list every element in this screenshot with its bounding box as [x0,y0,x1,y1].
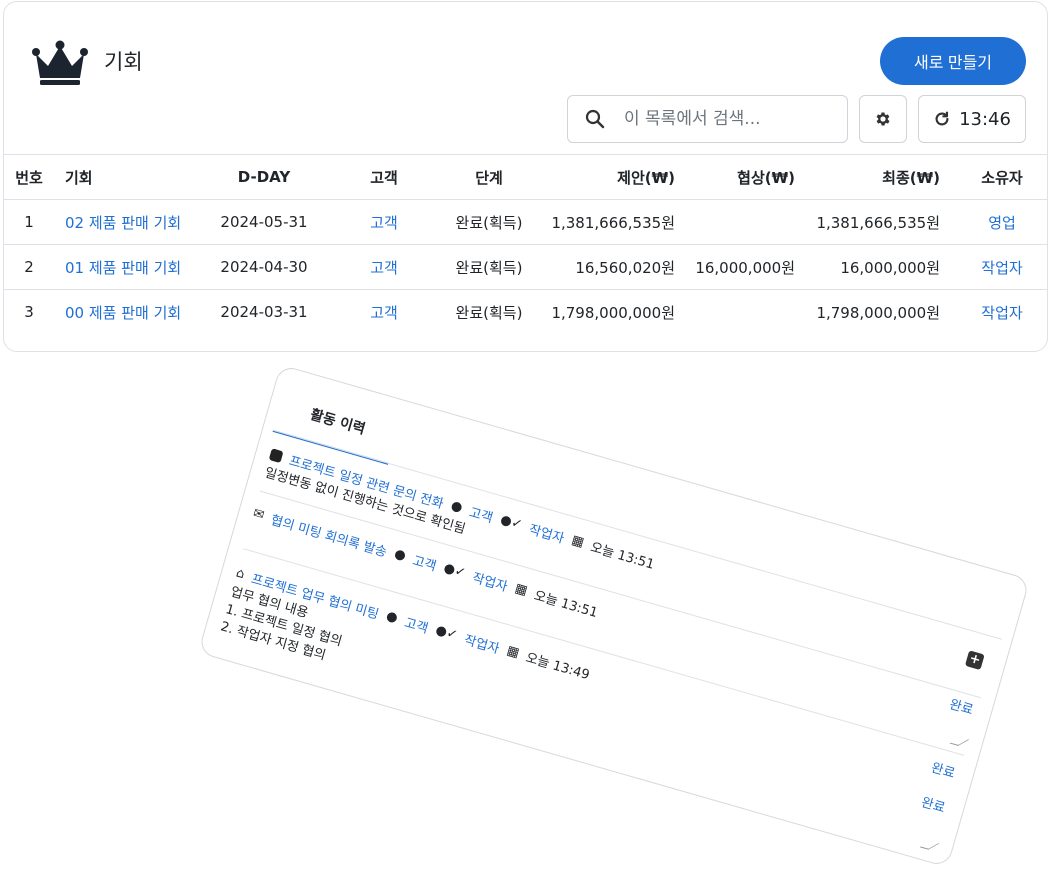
col-header-negotiation: 협상(₩) [737,168,795,187]
proposal-amount: 16,560,020원 [575,258,675,277]
refresh-icon [935,111,949,126]
opportunity-list-card: 기회 새로 만들기 13:46 번호 기회 D-DAY 고객 단계 제안(₩) … [3,1,1048,352]
col-header-opportunity: 기회 [65,168,93,187]
opportunity-link[interactable]: 01 제품 판매 기회 [65,245,205,289]
table-row[interactable]: 3 00 제품 판매 기회 2024-03-31 고객 완료(획득) 1,798… [4,290,1047,334]
search-icon [568,109,622,129]
col-header-proposal: 제안(₩) [617,168,675,187]
col-header-no: 번호 [15,168,43,187]
page-title: 기회 [104,50,143,74]
stage-value: 완료(획득) [455,303,523,322]
col-header-customer: 고객 [370,168,398,187]
col-header-final: 최종(₩) [882,168,940,187]
proposal-amount: 1,381,666,535원 [551,213,675,232]
col-header-owner: 소유자 [981,168,1023,187]
stage-value: 완료(획득) [455,258,523,277]
user-check-icon: ●✓ [441,560,468,582]
activity-owner-link[interactable]: 작업자 [470,567,510,595]
mail-icon: ✉ [251,505,266,524]
opportunity-link[interactable]: 00 제품 판매 기회 [65,290,205,334]
row-number: 1 [24,213,34,231]
settings-button[interactable] [859,95,907,143]
proposal-amount: 1,798,000,000원 [551,303,675,322]
activity-customer-link[interactable]: 고객 [411,550,439,575]
col-header-stage: 단계 [475,168,503,187]
search-input[interactable] [622,108,836,130]
dday-value: 2024-03-31 [220,303,308,321]
crown-icon [32,40,88,85]
user-check-icon: ●✓ [498,512,524,533]
user-check-icon: ●✓ [433,622,460,644]
table-row[interactable]: 1 02 제품 판매 기회 2024-05-31 고객 완료(획득) 1,381… [4,200,1047,245]
refresh-time: 13:46 [959,108,1011,130]
col-header-dday: D-DAY [237,168,291,186]
owner-link[interactable]: 작업자 [972,290,1032,334]
opportunity-table: 번호 기회 D-DAY 고객 단계 제안(₩) 협상(₩) 최종(₩) 소유자 … [4,154,1047,334]
dday-value: 2024-04-30 [220,258,308,276]
person-icon: ● [449,498,465,516]
calendar-icon: ▦ [513,580,530,599]
meeting-icon: ⌂ [234,565,247,583]
activity-title-link[interactable]: 협의 미팅 회의록 발송 [269,509,390,561]
phone-icon [268,447,284,463]
textarea-resize-handle[interactable] [949,737,970,746]
textarea-resize-handle[interactable] [919,841,940,850]
calendar-icon: ▦ [569,532,586,551]
customer-link[interactable]: 고객 [354,200,414,244]
calendar-icon: ▦ [504,643,521,661]
customer-link[interactable]: 고객 [354,245,414,289]
owner-link[interactable]: 작업자 [972,245,1032,289]
table-header: 번호 기회 D-DAY 고객 단계 제안(₩) 협상(₩) 최종(₩) 소유자 [4,154,1047,200]
table-row[interactable]: 2 01 제품 판매 기회 2024-04-30 고객 완료(획득) 16,56… [4,245,1047,290]
customer-link[interactable]: 고객 [354,290,414,334]
negotiation-amount [684,290,795,334]
row-number: 3 [24,303,34,321]
row-number: 2 [24,258,34,276]
owner-link[interactable]: 영업 [972,200,1032,244]
final-amount: 1,798,000,000원 [816,303,940,322]
new-opportunity-button[interactable]: 새로 만들기 [880,37,1026,85]
gear-icon [876,112,890,126]
final-amount: 1,381,666,535원 [816,213,940,232]
person-icon: ● [384,608,400,627]
person-icon: ● [392,546,408,564]
dday-value: 2024-05-31 [220,213,308,231]
negotiation-amount [684,200,795,244]
activity-history-panel: 활동 이력 + 프로젝트 일정 관련 문의 전화 ● 고객 ●✓ 작업자 ▦ 오… [197,364,1031,868]
stage-value: 완료(획득) [455,213,523,232]
negotiation-amount: 16,000,000원 [695,258,795,277]
search-box[interactable] [567,95,848,143]
activity-time: 오늘 13:51 [532,588,600,621]
opportunity-link[interactable]: 02 제품 판매 기회 [65,200,205,244]
final-amount: 16,000,000원 [840,258,940,277]
refresh-button[interactable]: 13:46 [918,95,1026,143]
